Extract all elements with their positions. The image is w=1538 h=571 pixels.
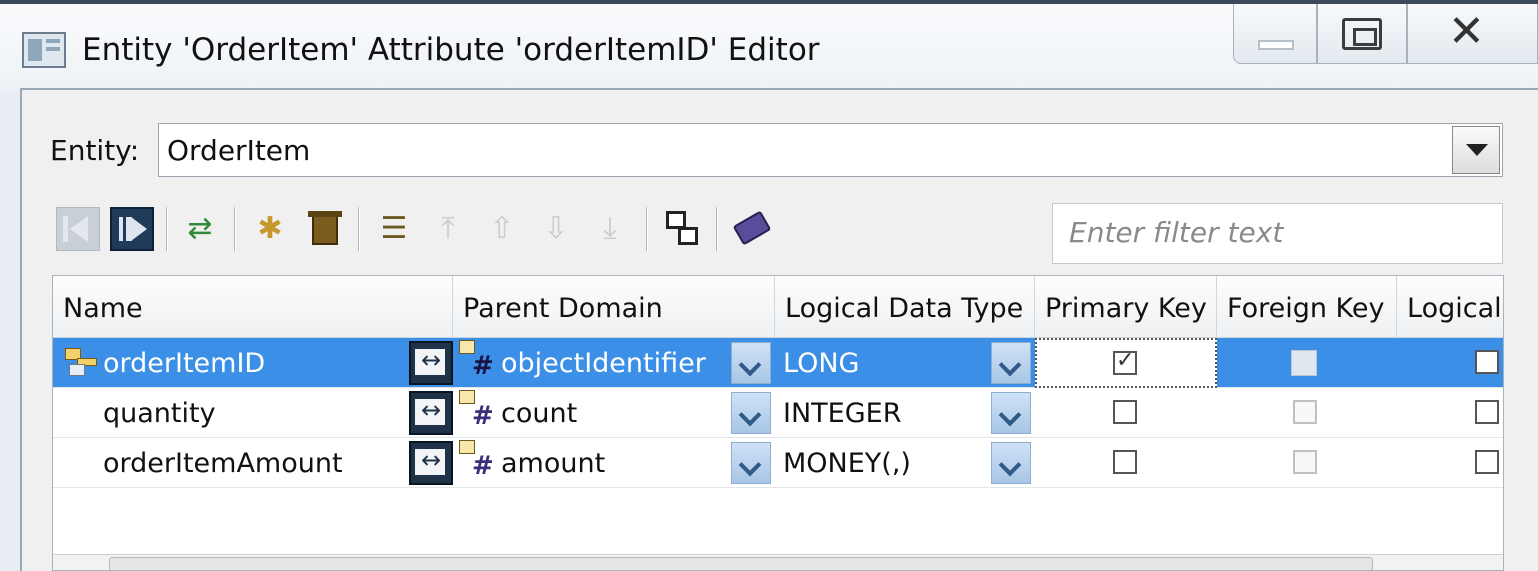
entity-select[interactable]: OrderItem	[158, 123, 1503, 177]
edit-attribute-button[interactable]	[409, 341, 453, 385]
primary-key-checkbox[interactable]	[1113, 450, 1137, 474]
filter-input[interactable]: Enter filter text	[1052, 203, 1503, 264]
primary-key-cell	[1035, 338, 1217, 388]
column-header-name[interactable]: Name	[53, 276, 453, 338]
first-icon[interactable]	[56, 207, 100, 251]
parent-domain-dropdown[interactable]	[731, 442, 771, 484]
column-header-parent-domain[interactable]: Parent Domain	[453, 276, 775, 338]
new-attribute-icon[interactable]: ✱	[248, 207, 292, 251]
last-icon[interactable]	[110, 207, 154, 251]
copy-icon[interactable]	[660, 207, 704, 251]
edit-attribute-button[interactable]	[409, 391, 453, 435]
column-header-logical-data-type[interactable]: Logical Data Type	[775, 276, 1035, 338]
logical-checkbox[interactable]	[1475, 350, 1499, 374]
data-type-dropdown[interactable]	[991, 342, 1031, 384]
horizontal-scrollbar[interactable]	[53, 554, 1503, 570]
parent-domain-value: objectIdentifier	[501, 348, 706, 379]
column-header-logical[interactable]: Logical	[1397, 276, 1503, 338]
data-type-value: INTEGER	[783, 398, 902, 429]
move-bottom-icon[interactable]: ⤓	[588, 207, 632, 251]
edit-attribute-button[interactable]	[409, 441, 453, 485]
generate-icon[interactable]: ⇄	[178, 207, 222, 251]
properties-icon[interactable]: ☰	[372, 207, 416, 251]
move-down-icon[interactable]: ⇩	[534, 207, 578, 251]
column-header-foreign-key[interactable]: Foreign Key	[1217, 276, 1397, 338]
domain-icon: #	[459, 390, 495, 432]
logical-checkbox[interactable]	[1475, 400, 1499, 424]
toolbar-separator	[716, 207, 718, 251]
foreign-key-checkbox[interactable]	[1293, 400, 1317, 424]
attribute-name[interactable]: orderItemID	[103, 348, 265, 379]
table-row[interactable]: orderItemID # objectIdentifier LONG	[53, 338, 1503, 388]
entity-label: Entity:	[50, 134, 140, 167]
table-row[interactable]: orderItemAmount # amount MONEY(,)	[53, 438, 1503, 488]
parent-domain-dropdown[interactable]	[731, 392, 771, 434]
toolbar-separator	[234, 207, 236, 251]
window-title: Entity 'OrderItem' Attribute 'orderItemI…	[82, 32, 820, 68]
title-bar: Entity 'OrderItem' Attribute 'orderItemI…	[0, 0, 1538, 90]
attributes-table: Name Parent Domain Logical Data Type Pri…	[52, 275, 1504, 571]
data-type-value: LONG	[783, 348, 860, 379]
data-type-value: MONEY(,)	[783, 448, 911, 479]
minimize-icon	[1258, 40, 1294, 50]
minimize-button[interactable]	[1233, 4, 1317, 64]
close-button[interactable]: ✕	[1407, 4, 1538, 64]
move-top-icon[interactable]: ⤒	[426, 207, 470, 251]
column-header-primary-key[interactable]: Primary Key	[1035, 276, 1217, 338]
toolbar-separator	[646, 207, 648, 251]
scrollbar-thumb[interactable]	[109, 557, 1373, 570]
attribute-name[interactable]: quantity	[103, 398, 216, 429]
tag-icon[interactable]	[730, 207, 774, 251]
foreign-key-checkbox[interactable]	[1293, 450, 1317, 474]
close-icon: ✕	[1448, 6, 1485, 57]
domain-icon: #	[459, 340, 495, 382]
foreign-key-checkbox[interactable]	[1291, 350, 1317, 376]
delete-icon[interactable]	[302, 207, 346, 251]
move-up-icon[interactable]: ⇧	[480, 207, 524, 251]
window-icon	[22, 32, 66, 68]
table-header: Name Parent Domain Logical Data Type Pri…	[53, 276, 1503, 338]
window-controls: ✕	[1233, 4, 1538, 64]
data-type-dropdown[interactable]	[991, 442, 1031, 484]
entity-dropdown-button[interactable]	[1452, 126, 1500, 174]
primary-key-checkbox[interactable]	[1113, 348, 1137, 375]
attribute-name[interactable]: orderItemAmount	[103, 448, 343, 479]
toolbar-separator	[358, 207, 360, 251]
primary-key-checkbox[interactable]	[1113, 400, 1137, 424]
filter-placeholder: Enter filter text	[1069, 216, 1284, 249]
maximize-icon	[1342, 18, 1382, 50]
table-row[interactable]: quantity # count INTEGER	[53, 388, 1503, 438]
domain-icon: #	[459, 440, 495, 482]
data-type-dropdown[interactable]	[991, 392, 1031, 434]
parent-domain-dropdown[interactable]	[731, 342, 771, 384]
entity-value: OrderItem	[167, 134, 311, 167]
logical-checkbox[interactable]	[1475, 450, 1499, 474]
toolbar-separator	[166, 207, 168, 251]
maximize-button[interactable]	[1317, 4, 1407, 64]
parent-domain-value: count	[501, 398, 578, 429]
parent-domain-value: amount	[501, 448, 606, 479]
